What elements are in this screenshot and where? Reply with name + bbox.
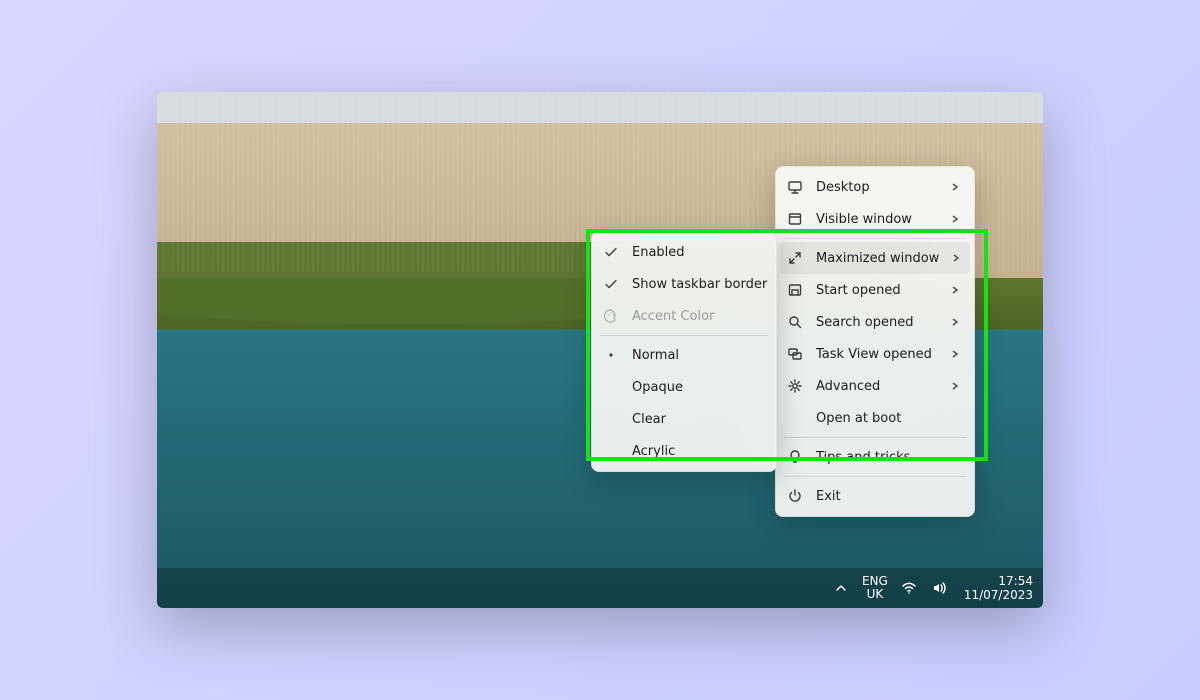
main-menu-item-desktop[interactable]: Desktop (780, 171, 970, 203)
maximize-icon (786, 249, 804, 267)
main-menu-item-open-at-boot[interactable]: Open at boot (780, 402, 970, 434)
main-menu-item-search-opened[interactable]: Search opened (780, 306, 970, 338)
chevron-right-icon (950, 381, 960, 391)
blank-icon (602, 410, 620, 428)
desktop-icon (786, 178, 804, 196)
blank-icon (602, 378, 620, 396)
volume-icon[interactable] (930, 579, 948, 597)
palette-icon (602, 307, 620, 325)
menu-separator (784, 238, 966, 239)
context-menu-main: Desktop Visible window Maximized window Sta… (775, 166, 975, 517)
main-menu-item-maximized-window[interactable]: Maximized window (780, 242, 970, 274)
submenu-item-label: Show taskbar border (632, 277, 767, 292)
clock[interactable]: 17:54 11/07/2023 (964, 574, 1033, 603)
taskview-icon (786, 345, 804, 363)
main-menu-item-label: Tips and tricks (816, 450, 960, 465)
main-menu-item-task-view-opened[interactable]: Task View opened (780, 338, 970, 370)
chevron-right-icon (950, 214, 960, 224)
wifi-icon[interactable] (900, 579, 918, 597)
chevron-right-icon (950, 317, 960, 327)
power-icon (786, 487, 804, 505)
submenu-item-label: Opaque (632, 380, 762, 395)
tray-overflow-chevron-icon[interactable] (832, 579, 850, 597)
menu-separator (784, 476, 966, 477)
submenu-item-opaque[interactable]: Opaque (596, 371, 772, 403)
blank-icon (602, 442, 620, 460)
chevron-right-icon (950, 349, 960, 359)
menu-separator (600, 335, 768, 336)
main-menu-item-advanced[interactable]: Advanced (780, 370, 970, 402)
bulb-icon (786, 448, 804, 466)
language-indicator[interactable]: ENG UK (862, 575, 888, 601)
main-menu-item-label: Open at boot (816, 411, 960, 426)
chevron-right-icon (950, 285, 960, 295)
submenu-item-enabled[interactable]: Enabled (596, 236, 772, 268)
check-icon (602, 243, 620, 261)
main-menu-item-tips-and-tricks[interactable]: Tips and tricks (780, 441, 970, 473)
main-menu-item-label: Visible window (816, 212, 938, 227)
menu-separator (784, 437, 966, 438)
submenu-item-accent-color: Accent Color (596, 300, 772, 332)
chevron-right-icon (950, 182, 960, 192)
language-bottom: UK (862, 588, 888, 601)
submenu-item-label: Enabled (632, 245, 762, 260)
main-menu-item-label: Advanced (816, 379, 938, 394)
search-icon (786, 313, 804, 331)
submenu-item-acrylic[interactable]: Acrylic (596, 435, 772, 467)
main-menu-item-label: Desktop (816, 180, 938, 195)
taskbar: ENG UK 17:54 11/07/2023 (157, 568, 1043, 608)
context-menu-sub: Enabled Show taskbar border Accent Color No… (591, 231, 777, 472)
window-icon (786, 210, 804, 228)
submenu-item-label: Acrylic (632, 444, 762, 459)
main-menu-item-label: Search opened (816, 315, 938, 330)
main-menu-item-start-opened[interactable]: Start opened (780, 274, 970, 306)
chevron-right-icon (951, 253, 961, 263)
main-menu-item-visible-window[interactable]: Visible window (780, 203, 970, 235)
submenu-item-show-taskbar-border[interactable]: Show taskbar border (596, 268, 772, 300)
main-menu-item-label: Start opened (816, 283, 938, 298)
main-menu-item-label: Task View opened (816, 347, 938, 362)
blank-icon (786, 409, 804, 427)
gear-icon (786, 377, 804, 395)
main-menu-item-label: Maximized window (816, 251, 939, 266)
submenu-item-label: Normal (632, 348, 762, 363)
main-menu-item-exit[interactable]: Exit (780, 480, 970, 512)
main-menu-item-label: Exit (816, 489, 960, 504)
submenu-item-clear[interactable]: Clear (596, 403, 772, 435)
clock-date: 11/07/2023 (964, 588, 1033, 602)
submenu-item-label: Accent Color (632, 309, 762, 324)
dot-icon (602, 346, 620, 364)
desktop-screenshot: Desktop Visible window Maximized window Sta… (157, 92, 1043, 608)
start-icon (786, 281, 804, 299)
submenu-item-normal[interactable]: Normal (596, 339, 772, 371)
clock-time: 17:54 (964, 574, 1033, 588)
check-icon (602, 275, 620, 293)
submenu-item-label: Clear (632, 412, 762, 427)
